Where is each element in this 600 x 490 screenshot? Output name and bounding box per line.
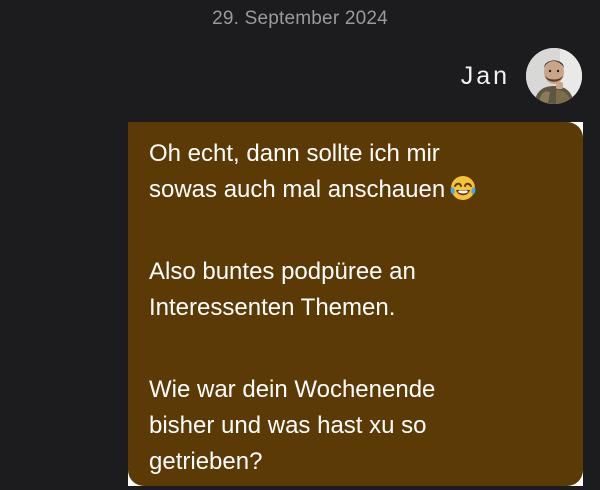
user-avatar-icon <box>526 48 582 104</box>
message-line: Wie war dein Wochenende <box>149 376 436 403</box>
sender-name: Jan <box>460 61 510 90</box>
date-header: 29. September 2024 <box>212 8 388 29</box>
message-line-text: sowas auch mal anschauen <box>149 176 446 203</box>
message-bubble[interactable]: Oh echt, dann sollte ich mir sowas auch … <box>128 122 583 486</box>
message-line: Interessenten Themen. <box>149 294 396 321</box>
message-line: Oh echt, dann sollte ich mir <box>149 140 440 167</box>
sender-row: Jan <box>461 48 582 104</box>
message-line: sowas auch mal anschauen <box>149 172 565 208</box>
message-line: Also buntes podpüree an <box>149 258 416 285</box>
message-line: bisher und was hast xu so <box>149 412 427 439</box>
avatar[interactable] <box>526 48 582 104</box>
message-line: getrieben? <box>149 448 263 475</box>
tears-of-joy-emoji-icon <box>449 174 477 202</box>
message-bubble-frame: Oh echt, dann sollte ich mir sowas auch … <box>128 122 583 486</box>
